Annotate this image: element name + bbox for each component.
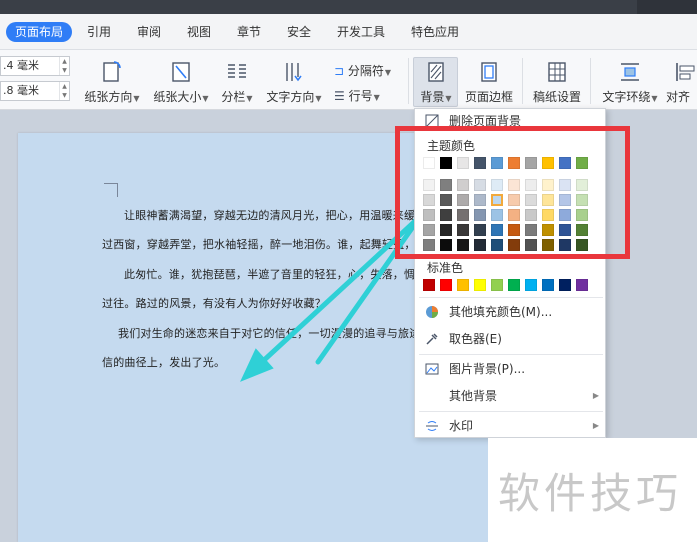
page-size-button[interactable]: 纸张大小▼ — [150, 60, 212, 105]
orientation-button[interactable]: 纸张方向▼ — [82, 60, 142, 105]
document-line[interactable]: 此匆忙。谁，犹抱琵琶，半遮了音里的轻狂，心，失落，惆 — [124, 266, 415, 282]
eyedropper-icon — [426, 333, 438, 345]
dropdown-caret-icon: ▼ — [384, 68, 392, 77]
spin-arrows-icon[interactable]: ▲ ▼ — [59, 57, 69, 75]
background-icon — [428, 62, 444, 82]
watermark-text: 软件技巧 — [498, 469, 683, 518]
dropdown-caret-icon: ▼ — [445, 94, 452, 103]
spin-arrows-icon[interactable]: ▲ ▼ — [59, 82, 69, 100]
text-wrap-icon — [621, 63, 639, 81]
document-line[interactable]: 我们对生命的迷恋来自于对它的信任，一切漫漫的追寻与旅途 — [118, 325, 420, 341]
standard-color-swatch[interactable] — [576, 279, 588, 291]
document-line[interactable]: 信的曲径上，发出了光。 — [102, 354, 225, 370]
ribbon-toolbar: .4 毫米 ▲ ▼ .8 毫米 ▲ ▼ 纸张方向▼ 纸张大小▼ 分栏▼ 文字方向▼ ⊐ … — [0, 50, 697, 110]
tab-view[interactable]: 视图 — [178, 22, 220, 42]
menu-tab-row: 页面布局 引用 审阅 视图 章节 安全 开发工具 特色应用 — [0, 14, 697, 50]
standard-color-swatch[interactable] — [542, 279, 554, 291]
window-controls[interactable] — [637, 0, 697, 14]
page-border-icon — [481, 62, 497, 82]
margin-input-top[interactable]: .4 毫米 ▲ ▼ — [0, 56, 70, 76]
dropdown-caret-icon: ▼ — [246, 94, 253, 103]
red-highlight-box — [395, 126, 630, 259]
menu-divider — [419, 411, 603, 412]
menu-item-other-background[interactable]: 其他背景 ▶ — [415, 384, 607, 408]
standard-colors-label: 标准色 — [427, 261, 464, 275]
color-wheel-icon — [426, 306, 438, 318]
line-number-button[interactable]: ☰ 行号▼ — [334, 87, 380, 104]
standard-color-swatch[interactable] — [457, 279, 469, 291]
tab-special-apps[interactable]: 特色应用 — [402, 22, 468, 42]
page-border-button[interactable]: 页面边框 — [462, 60, 516, 105]
tab-security[interactable]: 安全 — [278, 22, 320, 42]
margin-corner-mark — [104, 183, 118, 197]
submenu-arrow-icon: ▶ — [592, 391, 599, 400]
submenu-arrow-icon: ▶ — [592, 421, 599, 430]
site-watermark: 软件技巧 — [488, 438, 697, 542]
background-button[interactable]: 背景▼ — [414, 60, 458, 105]
menu-item-eyedropper[interactable]: 取色器(E) — [415, 327, 607, 351]
standard-color-swatch[interactable] — [508, 279, 520, 291]
align-icon — [676, 63, 695, 81]
draft-settings-button[interactable]: 稿纸设置 — [530, 60, 584, 105]
title-bar — [0, 0, 697, 14]
tab-developer-tools[interactable]: 开发工具 — [328, 22, 394, 42]
text-direction-icon — [286, 63, 302, 82]
dropdown-caret-icon: ▼ — [202, 94, 209, 103]
standard-color-swatch[interactable] — [525, 279, 537, 291]
menu-divider — [419, 354, 603, 355]
menu-divider — [419, 297, 603, 298]
dropdown-caret-icon: ▼ — [315, 94, 322, 103]
standard-color-swatch[interactable] — [440, 279, 452, 291]
align-button[interactable]: 对齐 — [666, 60, 697, 105]
picture-icon — [425, 363, 439, 375]
text-wrap-button[interactable]: 文字环绕▼ — [600, 60, 660, 105]
page-size-icon — [172, 62, 190, 82]
separator-icon: ⊐ — [334, 64, 345, 78]
draft-paper-icon — [548, 62, 566, 82]
tab-references[interactable]: 引用 — [78, 22, 120, 42]
menu-item-picture-background[interactable]: 图片背景(P)... — [415, 357, 607, 381]
columns-button[interactable]: 分栏▼ — [218, 60, 256, 105]
document-line[interactable]: 过西窗，穿越弄堂，把水袖轻摇，醉一地泪伤。谁，起舞轻盈，诉 — [102, 236, 427, 252]
tab-chapter[interactable]: 章节 — [228, 22, 270, 42]
watermark-icon — [426, 421, 438, 431]
ribbon-divider — [408, 58, 409, 104]
dropdown-caret-icon: ▼ — [651, 94, 658, 103]
dropdown-caret-icon: ▼ — [133, 94, 140, 103]
text-direction-button[interactable]: 文字方向▼ — [264, 60, 324, 105]
margin-input-bottom[interactable]: .8 毫米 ▲ ▼ — [0, 81, 70, 101]
ribbon-divider — [590, 58, 591, 104]
ribbon-divider — [522, 58, 523, 104]
dropdown-caret-icon: ▼ — [373, 93, 380, 102]
tab-page-layout[interactable]: 页面布局 — [6, 22, 73, 42]
separator-button[interactable]: ⊐ 分隔符▼ — [334, 62, 391, 79]
menu-item-more-fill-colors[interactable]: 其他填充颜色(M)... — [415, 300, 607, 324]
standard-color-swatch[interactable] — [474, 279, 486, 291]
document-line[interactable]: 过往。路过的风景，有没有人为你好好收藏？ — [102, 295, 326, 311]
page-orientation-icon — [103, 61, 121, 82]
menu-item-watermark[interactable]: 水印 ▶ — [415, 414, 607, 438]
columns-icon — [228, 64, 246, 78]
standard-color-swatch[interactable] — [491, 279, 503, 291]
standard-color-swatch[interactable] — [559, 279, 571, 291]
standard-color-swatch[interactable] — [423, 279, 435, 291]
line-number-icon: ☰ — [334, 89, 345, 103]
tab-review[interactable]: 审阅 — [128, 22, 170, 42]
document-line[interactable]: 让眼神蓄满渴望，穿越无边的清风月光，把心，用温暖来缓 — [124, 207, 415, 223]
